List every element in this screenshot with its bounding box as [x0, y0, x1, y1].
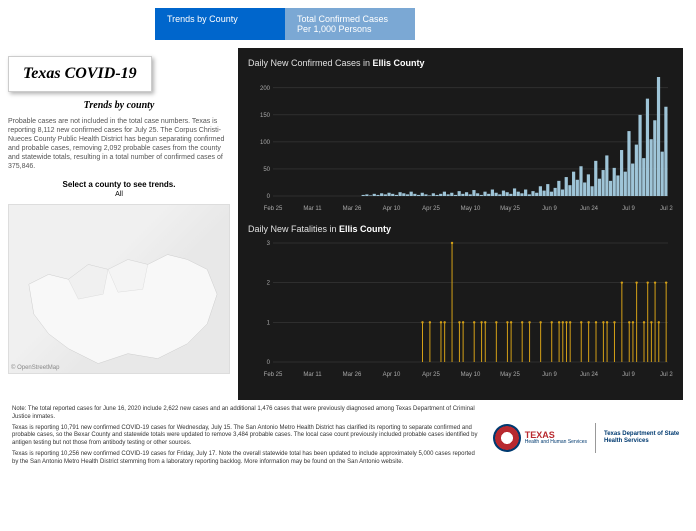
svg-text:Jun 24: Jun 24: [580, 372, 599, 378]
svg-text:150: 150: [260, 113, 271, 119]
chart2-title-prefix: Daily New Fatalities in: [248, 224, 339, 234]
svg-text:Jul 24: Jul 24: [660, 372, 673, 378]
svg-text:Apr 25: Apr 25: [422, 372, 440, 378]
svg-text:May 10: May 10: [461, 206, 481, 212]
chart2-county: Ellis County: [339, 224, 391, 234]
fatalities-chart: 0 1 2 3 Feb 25 Mar 11 Mar 26 Apr 10 Apr 25 May 10…: [248, 238, 673, 380]
svg-text:Feb 25: Feb 25: [264, 372, 283, 378]
svg-text:Jun 9: Jun 9: [542, 206, 557, 212]
note-3: Texas is reporting 10,256 new confirmed …: [12, 451, 483, 467]
texas-seal-icon: [493, 424, 521, 452]
tab-bar: Trends by County Total Confirmed Cases P…: [155, 8, 696, 40]
svg-text:3: 3: [267, 241, 271, 247]
svg-text:0: 0: [267, 194, 271, 200]
svg-text:Jul 9: Jul 9: [622, 372, 635, 378]
svg-text:Apr 10: Apr 10: [383, 206, 401, 212]
logos: TEXAS Health and Human Services Texas De…: [493, 406, 684, 470]
svg-text:Jun 24: Jun 24: [580, 206, 599, 212]
hhs-logo: TEXAS Health and Human Services: [493, 424, 587, 452]
svg-text:May 25: May 25: [500, 372, 520, 378]
charts-panel: Daily New Confirmed Cases in Ellis Count…: [238, 48, 683, 400]
left-panel: Texas COVID-19 Trends by county Probable…: [0, 48, 238, 400]
svg-text:200: 200: [260, 86, 271, 92]
svg-text:Mar 11: Mar 11: [303, 206, 322, 212]
svg-text:Jul 24: Jul 24: [660, 206, 673, 212]
svg-text:1: 1: [267, 320, 271, 326]
svg-text:May 25: May 25: [500, 206, 520, 212]
chart2-title: Daily New Fatalities in Ellis County: [248, 224, 673, 234]
svg-text:50: 50: [263, 167, 270, 173]
svg-text:Mar 11: Mar 11: [303, 372, 322, 378]
svg-text:Apr 25: Apr 25: [422, 206, 440, 212]
logo-divider: [595, 423, 596, 453]
svg-text:Apr 10: Apr 10: [383, 372, 401, 378]
cases-chart: 0 50 100 150 200 Feb 25 Mar 11 Mar 26 Apr 10 Apr …: [248, 72, 673, 214]
logo-hhs-text: Health and Human Services: [525, 440, 587, 445]
chart1-title-prefix: Daily New Confirmed Cases in: [248, 58, 373, 68]
svg-text:Jun 9: Jun 9: [542, 372, 557, 378]
description: Probable cases are not included in the t…: [8, 117, 230, 172]
svg-text:2: 2: [267, 281, 271, 287]
county-select[interactable]: All: [8, 191, 230, 198]
dshs-logo-text: Texas Department of State Health Service…: [604, 431, 684, 444]
footer-notes: Note: The total reported cases for June …: [12, 406, 483, 470]
map-attribution: © OpenStreetMap: [11, 365, 59, 371]
svg-text:100: 100: [260, 140, 271, 146]
page-title: Texas COVID-19: [8, 56, 152, 92]
tab-trends[interactable]: Trends by County: [155, 8, 285, 40]
svg-text:Feb 25: Feb 25: [264, 206, 283, 212]
chart1-title: Daily New Confirmed Cases in Ellis Count…: [248, 58, 673, 68]
footer: Note: The total reported cases for June …: [0, 400, 696, 476]
note-1: Note: The total reported cases for June …: [12, 406, 483, 422]
subtitle: Trends by county: [8, 100, 230, 111]
county-map[interactable]: © OpenStreetMap: [8, 204, 230, 374]
svg-text:Mar 26: Mar 26: [343, 206, 362, 212]
tab-per-1000[interactable]: Total Confirmed Cases Per 1,000 Persons: [285, 8, 415, 40]
svg-text:Jul 9: Jul 9: [622, 206, 635, 212]
select-label: Select a county to see trends.: [8, 180, 230, 189]
note-2: Texas is reporting 10,791 new confirmed …: [12, 425, 483, 448]
chart1-county: Ellis County: [373, 58, 425, 68]
svg-text:Mar 26: Mar 26: [343, 372, 362, 378]
svg-text:0: 0: [267, 360, 271, 366]
svg-text:May 10: May 10: [461, 372, 481, 378]
